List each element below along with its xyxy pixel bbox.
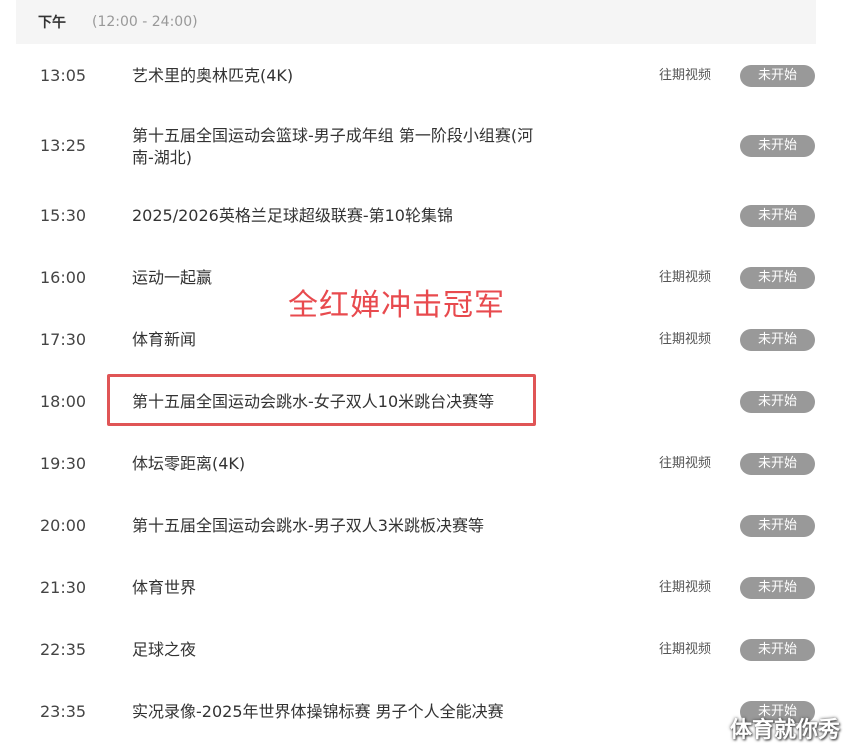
replay-link[interactable]: 往期视频	[659, 268, 711, 288]
status-badge: 未开始	[740, 391, 815, 413]
program-time: 15:30	[40, 206, 87, 225]
program-time: 18:00	[40, 392, 87, 411]
program-time: 23:35	[40, 702, 87, 721]
period-range: (12:00 - 24:00)	[92, 14, 198, 30]
status-badge: 未开始	[740, 135, 815, 157]
period-header: 下午 (12:00 - 24:00)	[16, 0, 816, 44]
program-title[interactable]: 实况录像-2025年世界体操锦标赛 男子个人全能决赛	[132, 701, 552, 723]
schedule-page: 下午 (12:00 - 24:00) 13:05 艺术里的奥林匹克(4K) 往期视频…	[0, 0, 852, 750]
status-badge: 未开始	[740, 205, 815, 227]
replay-link[interactable]: 往期视频	[659, 454, 711, 474]
program-title[interactable]: 第十五届全国运动会篮球-男子成年组 第一阶段小组赛(河南-湖北)	[132, 125, 542, 169]
program-time: 13:25	[40, 136, 87, 155]
program-title[interactable]: 体坛零距离(4K)	[132, 453, 552, 475]
status-badge: 未开始	[740, 639, 815, 661]
program-time: 13:05	[40, 66, 87, 85]
status-badge: 未开始	[740, 267, 815, 289]
status-badge: 未开始	[740, 577, 815, 599]
program-title[interactable]: 足球之夜	[132, 639, 552, 661]
program-title[interactable]: 第十五届全国运动会跳水-男子双人3米跳板决赛等	[132, 515, 552, 537]
program-title[interactable]: 体育新闻	[132, 329, 552, 351]
status-badge: 未开始	[740, 329, 815, 351]
status-badge: 未开始	[740, 515, 815, 537]
watermark: 体育就你秀	[729, 718, 840, 743]
period-label: 下午	[38, 15, 66, 31]
program-time: 19:30	[40, 454, 87, 473]
program-title[interactable]: 2025/2026英格兰足球超级联赛-第10轮集锦	[132, 205, 552, 227]
program-time: 20:00	[40, 516, 87, 535]
status-badge: 未开始	[740, 65, 815, 87]
program-time: 16:00	[40, 268, 87, 287]
highlight-box	[107, 374, 536, 426]
replay-link[interactable]: 往期视频	[659, 330, 711, 350]
program-time: 17:30	[40, 330, 87, 349]
program-time: 22:35	[40, 640, 87, 659]
program-title[interactable]: 体育世界	[132, 577, 552, 599]
program-time: 21:30	[40, 578, 87, 597]
replay-link[interactable]: 往期视频	[659, 66, 711, 86]
status-badge: 未开始	[740, 453, 815, 475]
replay-link[interactable]: 往期视频	[659, 578, 711, 598]
program-title[interactable]: 艺术里的奥林匹克(4K)	[132, 65, 552, 87]
replay-link[interactable]: 往期视频	[659, 640, 711, 660]
annotation-text: 全红婵冲击冠军	[288, 288, 505, 323]
